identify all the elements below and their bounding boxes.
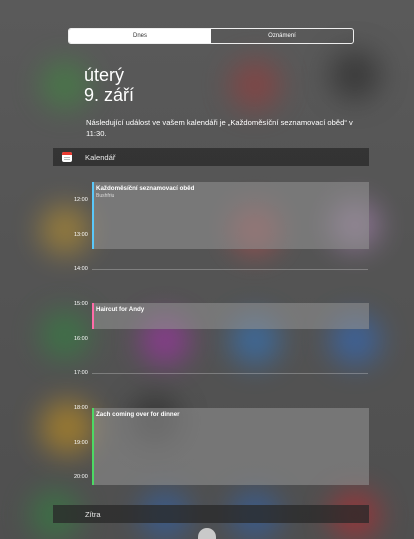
weekday-label: úterý [84,65,125,85]
event-color-bar [92,182,94,249]
calendar-event[interactable]: Každoměsíční seznamovací oběd Bushfriu [92,182,369,249]
event-title: Zach coming over for dinner [96,411,180,418]
hour-label: 19:00 [74,440,88,446]
view-segmented-control: Dnes Oznámení [68,28,354,44]
calendar-icon [62,152,72,162]
tab-today[interactable]: Dnes [69,29,211,43]
next-event-summary: Následující událost ve vašem kalendáři j… [86,118,353,138]
event-title: Haircut for Andy [96,306,145,313]
hour-label: 20:00 [74,474,88,480]
hour-label: 14:00 [74,266,88,272]
calendar-section-label: Kalendář [85,153,116,162]
tab-notifications[interactable]: Oznámení [211,29,353,43]
hour-label: 12:00 [74,197,88,203]
event-color-bar [92,408,94,485]
hour-label: 13:00 [74,232,88,238]
event-location: Bushfriu [96,193,115,199]
calendar-event[interactable]: Zach coming over for dinner [92,408,369,485]
hour-divider [92,269,368,270]
tomorrow-section-label: Zítra [85,510,101,519]
hour-label: 16:00 [74,336,88,342]
hour-label: 17:00 [74,370,88,376]
date-label: 9. září [84,85,135,105]
event-title: Každoměsíční seznamovací oběd [96,185,195,192]
calendar-event[interactable]: Haircut for Andy [92,303,369,329]
drag-handle-icon[interactable] [198,528,216,539]
hour-divider [92,373,368,374]
hour-label: 15:00 [74,301,88,307]
hour-label: 18:00 [74,405,88,411]
event-color-bar [92,303,94,329]
